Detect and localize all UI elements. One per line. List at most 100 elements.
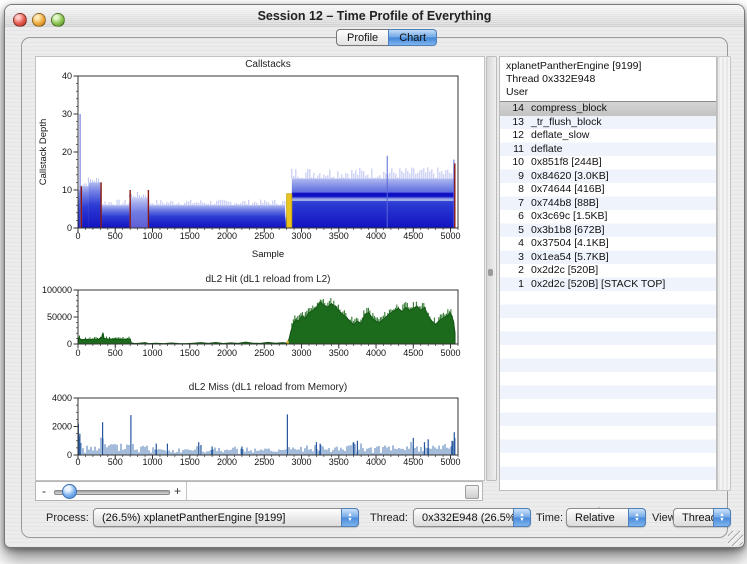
zoom-in-label[interactable]: +: [174, 484, 181, 498]
svg-text:3500: 3500: [329, 457, 349, 467]
scroll-corner-box[interactable]: [465, 485, 479, 499]
table-row[interactable]: 100x851f8 [244B]: [500, 156, 716, 170]
svg-text:4500: 4500: [403, 348, 423, 358]
thread-label: Thread:: [370, 512, 408, 524]
tab-profile[interactable]: Profile: [336, 29, 388, 46]
svg-text:2500: 2500: [254, 348, 274, 358]
svg-text:5000: 5000: [441, 457, 461, 467]
svg-text:5000: 5000: [441, 348, 461, 358]
row-label: 0x2d2c [520B] [STACK TOP]: [524, 278, 665, 292]
table-row[interactable]: 13_tr_flush_block: [500, 116, 716, 130]
table-row[interactable]: 14compress_block: [500, 102, 716, 116]
table-row[interactable]: 12deflate_slow: [500, 129, 716, 143]
tab-chart[interactable]: Chart: [388, 29, 437, 46]
svg-text:4000: 4000: [366, 348, 386, 358]
svg-text:Sample: Sample: [252, 249, 284, 260]
thread-popup[interactable]: 0x332E948 (26.5%) ▲▼: [413, 508, 531, 527]
header-process: xplanetPantherEngine [9199]: [506, 60, 716, 73]
row-label: deflate: [524, 143, 563, 157]
popup-arrows-icon: ▲▼: [341, 508, 359, 527]
view-tab-control: Profile Chart: [336, 29, 437, 46]
table-row[interactable]: 70x744b8 [88B]: [500, 197, 716, 211]
chart-scroll-strip: - +: [35, 481, 483, 501]
charts-pane: 0500100015002000250030003500400045005000…: [35, 56, 485, 481]
svg-text:500: 500: [108, 457, 123, 467]
svg-text:0: 0: [67, 339, 72, 349]
svg-text:1500: 1500: [180, 231, 200, 241]
svg-text:2500: 2500: [254, 457, 274, 467]
title-bar[interactable]: Session 12 – Time Profile of Everything: [5, 5, 744, 28]
resize-grip[interactable]: [728, 531, 743, 546]
time-popup[interactable]: Relative ▲▼: [566, 508, 646, 527]
svg-text:500: 500: [108, 231, 123, 241]
row-label: compress_block: [524, 102, 607, 116]
time-popup-value: Relative: [575, 512, 615, 524]
table-row[interactable]: 30x1ea54 [5.7KB]: [500, 251, 716, 265]
content-box: 0500100015002000250030003500400045005000…: [21, 37, 728, 538]
time-label: Time:: [536, 512, 563, 524]
svg-text:3500: 3500: [329, 231, 349, 241]
scrollbar-nub[interactable]: [488, 269, 493, 276]
table-row[interactable]: 80x74644 [416B]: [500, 183, 716, 197]
svg-text:0: 0: [67, 450, 72, 460]
stack-list-scrollbar[interactable]: [717, 56, 731, 491]
row-label: 0x851f8 [244B]: [524, 156, 602, 170]
row-index: 10: [500, 156, 524, 170]
process-popup[interactable]: (26.5%) xplanetPantherEngine [9199] ▲▼: [93, 508, 359, 527]
view-popup[interactable]: Thread ▲▼: [673, 508, 731, 527]
svg-text:1000: 1000: [142, 348, 162, 358]
row-index: 13: [500, 116, 524, 130]
zoom-out-label[interactable]: -: [42, 484, 46, 498]
row-label: deflate_slow: [524, 129, 589, 143]
svg-text:0: 0: [75, 457, 80, 467]
table-row[interactable]: 50x3b1b8 [672B]: [500, 224, 716, 238]
table-row[interactable]: 20x2d2c [520B]: [500, 264, 716, 278]
svg-text:4500: 4500: [403, 231, 423, 241]
table-row[interactable]: 10x2d2c [520B] [STACK TOP]: [500, 278, 716, 292]
row-label: 0x1ea54 [5.7KB]: [524, 251, 609, 265]
svg-text:1500: 1500: [180, 348, 200, 358]
table-row[interactable]: 90x84620 [3.0KB]: [500, 170, 716, 184]
row-label: 0x37504 [4.1KB]: [524, 237, 609, 251]
svg-text:1000: 1000: [142, 231, 162, 241]
dl2-hit-chart: 0500100015002000250030003500400045005000…: [36, 269, 484, 365]
svg-text:1000: 1000: [142, 457, 162, 467]
process-label: Process:: [46, 512, 89, 524]
callstacks-chart: 0500100015002000250030003500400045005000…: [36, 57, 484, 269]
view-popup-value: Thread: [682, 512, 717, 524]
svg-text:2500: 2500: [254, 231, 274, 241]
chart-pane-scrollbar[interactable]: [486, 56, 497, 481]
svg-text:4000: 4000: [52, 393, 72, 403]
svg-text:2000: 2000: [217, 348, 237, 358]
svg-text:100000: 100000: [42, 285, 72, 295]
svg-text:3000: 3000: [292, 348, 312, 358]
svg-text:1500: 1500: [180, 457, 200, 467]
svg-text:4000: 4000: [366, 231, 386, 241]
row-index: 5: [500, 224, 524, 238]
row-index: 11: [500, 143, 524, 157]
svg-text:Callstack Depth: Callstack Depth: [38, 119, 49, 186]
svg-text:2000: 2000: [217, 457, 237, 467]
table-row[interactable]: 40x37504 [4.1KB]: [500, 237, 716, 251]
popup-arrows-icon: ▲▼: [713, 508, 731, 527]
row-index: 9: [500, 170, 524, 184]
svg-text:40: 40: [62, 71, 72, 81]
svg-text:0: 0: [75, 348, 80, 358]
app-window: Session 12 – Time Profile of Everything …: [4, 4, 745, 548]
dl2-miss-chart: 0500100015002000250030003500400045005000…: [36, 375, 484, 475]
table-row[interactable]: 60x3c69c [1.5KB]: [500, 210, 716, 224]
svg-text:dL2 Hit (dL1 reload from L2): dL2 Hit (dL1 reload from L2): [205, 274, 330, 285]
svg-text:20: 20: [62, 147, 72, 157]
svg-text:5000: 5000: [441, 231, 461, 241]
svg-text:10: 10: [62, 185, 72, 195]
table-row[interactable]: 11deflate: [500, 143, 716, 157]
svg-text:2000: 2000: [52, 422, 72, 432]
thread-popup-value: 0x332E948 (26.5%): [422, 512, 519, 524]
row-index: 4: [500, 237, 524, 251]
chart-zoom-slider[interactable]: - +: [36, 482, 187, 500]
svg-text:2000: 2000: [217, 231, 237, 241]
svg-text:500: 500: [108, 348, 123, 358]
svg-text:3000: 3000: [292, 457, 312, 467]
row-label: 0x744b8 [88B]: [524, 197, 599, 211]
slider-thumb[interactable]: [62, 484, 77, 499]
